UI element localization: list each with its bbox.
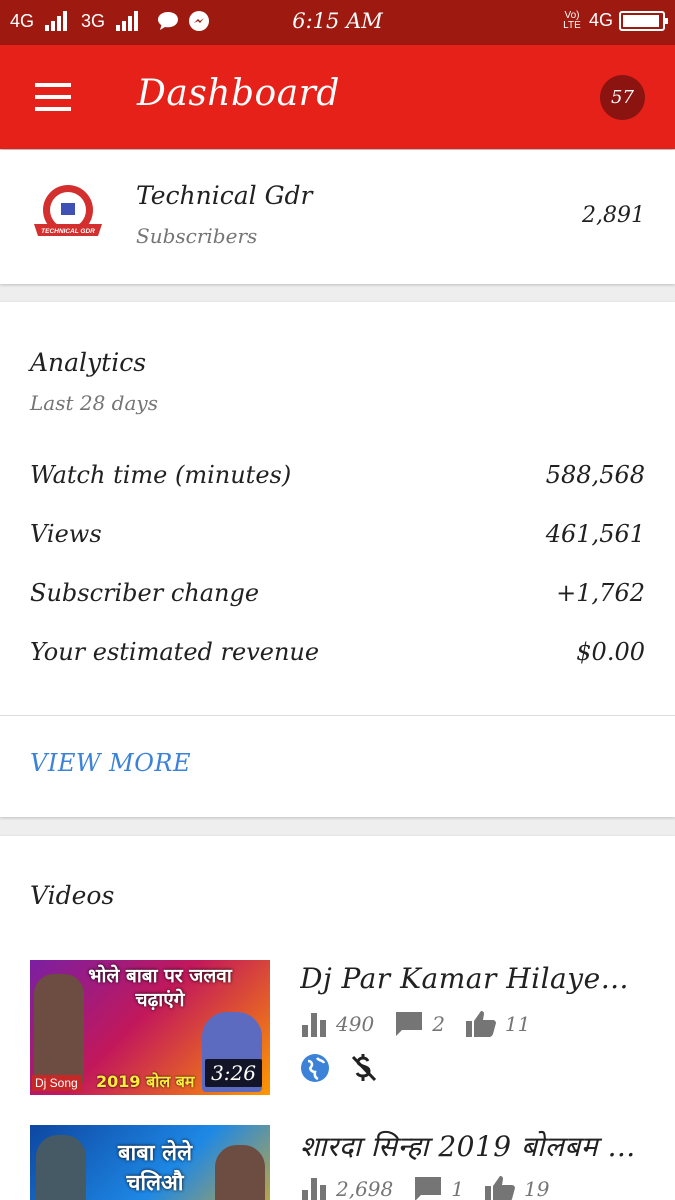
video-stats: 2,698 1 19 bbox=[300, 1175, 549, 1200]
metric-row-revenue: Your estimated revenue $0.00 bbox=[30, 632, 645, 672]
metric-row-watch-time: Watch time (minutes) 588,568 bbox=[30, 455, 645, 495]
metric-label: Subscriber change bbox=[30, 579, 260, 607]
video-thumbnail[interactable]: बाबा लेले चलिऔ bbox=[30, 1125, 270, 1200]
thumbs-up-icon bbox=[485, 1176, 515, 1200]
metric-value: $0.00 bbox=[576, 638, 645, 666]
analytics-title: Analytics bbox=[30, 348, 147, 377]
app-bar: Dashboard 57 bbox=[0, 45, 675, 149]
status-bar: 4G 3G 6:15 AM Vo) LTE 4G bbox=[0, 0, 675, 45]
channel-name: Technical Gdr bbox=[136, 181, 313, 210]
thumbnail-figure bbox=[215, 1145, 265, 1200]
volte-label: Vo) LTE bbox=[563, 9, 581, 31]
analytics-card bbox=[0, 302, 675, 817]
metric-label: Your estimated revenue bbox=[30, 638, 320, 666]
videos-title: Videos bbox=[30, 881, 115, 910]
battery-fill bbox=[623, 14, 660, 27]
analytics-period: Last 28 days bbox=[30, 391, 158, 415]
thumbnail-figure bbox=[34, 974, 84, 1084]
thumbs-up-icon bbox=[465, 1011, 496, 1037]
monetization-off-icon bbox=[351, 1054, 377, 1082]
metric-value: 588,568 bbox=[545, 461, 645, 489]
metric-value: +1,762 bbox=[556, 579, 645, 607]
video-title[interactable]: Dj Par Kamar Hilayenge... bbox=[300, 962, 645, 995]
likes-count: 19 bbox=[524, 1177, 550, 1200]
views-count: 490 bbox=[336, 1012, 375, 1036]
divider bbox=[0, 715, 675, 716]
video-duration: 3:26 bbox=[205, 1059, 262, 1087]
metric-label: Watch time (minutes) bbox=[30, 461, 292, 489]
thumbnail-text: बाबा लेले चलिऔ bbox=[117, 1141, 192, 1196]
metric-row-subscriber-change: Subscriber change +1,762 bbox=[30, 573, 645, 613]
thumbnail-year: 2019 बोल बम bbox=[96, 1072, 195, 1091]
menu-icon[interactable] bbox=[35, 83, 71, 111]
channel-logo-icon: TECHNICAL GDR bbox=[34, 185, 102, 236]
views-bar-chart-icon bbox=[302, 1178, 326, 1200]
comments-count: 2 bbox=[432, 1012, 445, 1036]
thumbnail-figure bbox=[36, 1135, 86, 1200]
comment-icon bbox=[415, 1177, 442, 1200]
metric-label: Views bbox=[30, 520, 102, 548]
page-title: Dashboard bbox=[137, 73, 340, 114]
metric-value: 461,561 bbox=[545, 520, 645, 548]
metric-row-views: Views 461,561 bbox=[30, 514, 645, 554]
video-badges bbox=[300, 1053, 378, 1083]
video-stats: 490 2 11 bbox=[300, 1010, 530, 1038]
likes-count: 11 bbox=[504, 1012, 531, 1036]
comments-count: 1 bbox=[451, 1177, 464, 1200]
thumbnail-tag: Dj Song bbox=[32, 1075, 81, 1091]
network-right-label: 4G bbox=[588, 10, 613, 30]
views-bar-chart-icon bbox=[302, 1013, 326, 1037]
subscribers-count: 2,891 bbox=[582, 203, 645, 228]
battery-icon bbox=[619, 10, 668, 31]
status-right: Vo) LTE 4G bbox=[561, 9, 668, 31]
thumbnail-text: भोले बाबा पर जलवा चढ़ाएंगे bbox=[88, 965, 232, 1011]
notification-badge[interactable]: 57 bbox=[600, 75, 645, 120]
globe-public-icon bbox=[301, 1054, 329, 1082]
view-more-button[interactable]: VIEW MORE bbox=[30, 749, 191, 777]
subscribers-label: Subscribers bbox=[136, 224, 258, 248]
video-thumbnail[interactable]: भोले बाबा पर जलवा चढ़ाएंगे Dj Song 2019 … bbox=[30, 960, 270, 1095]
comment-icon bbox=[396, 1012, 423, 1036]
video-title[interactable]: शारदा सिन्हा 2019 बोलबम गा... bbox=[300, 1127, 645, 1165]
channel-logo-text: TECHNICAL GDR bbox=[41, 228, 95, 235]
views-count: 2,698 bbox=[336, 1177, 394, 1200]
